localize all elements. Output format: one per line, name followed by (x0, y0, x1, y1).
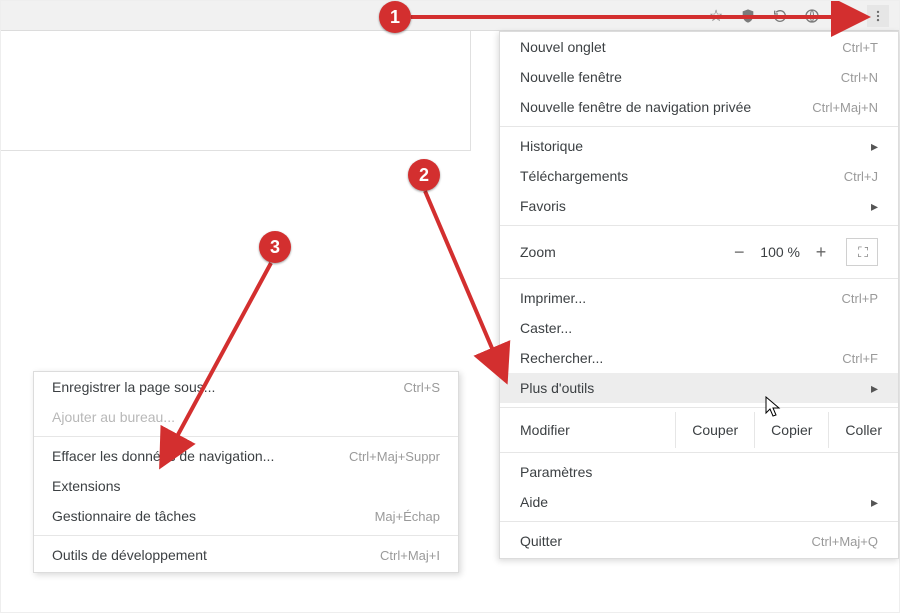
menu-item-shortcut: Ctrl+N (841, 70, 878, 85)
menu-item-label: Extensions (52, 478, 120, 494)
submenu-clear-browsing-data[interactable]: Effacer les données de navigation... Ctr… (34, 441, 458, 471)
menu-item-label: Favoris (520, 198, 566, 214)
submenu-dev-tools[interactable]: Outils de développement Ctrl+Maj+I (34, 540, 458, 570)
menu-item-shortcut: Ctrl+Maj+I (380, 548, 440, 563)
menu-item-shortcut: Maj+Échap (375, 509, 440, 524)
menu-item-shortcut: Ctrl+F (842, 351, 878, 366)
menu-separator (34, 436, 458, 437)
chevron-right-icon: ▸ (871, 380, 878, 397)
menu-item-label: Nouvelle fenêtre de navigation privée (520, 99, 751, 115)
zoom-value: 100 % (760, 244, 800, 260)
mouse-cursor-icon (765, 396, 781, 418)
menu-item-label: Historique (520, 138, 583, 154)
submenu-save-page-as[interactable]: Enregistrer la page sous... Ctrl+S (34, 372, 458, 402)
menu-item-shortcut: Ctrl+Maj+Suppr (349, 449, 440, 464)
menu-separator (500, 278, 898, 279)
zoom-label: Zoom (520, 244, 556, 260)
menu-settings[interactable]: Paramètres (500, 457, 898, 487)
menu-new-tab[interactable]: Nouvel onglet Ctrl+T (500, 32, 898, 62)
key-icon[interactable] (835, 7, 853, 25)
menu-separator (500, 407, 898, 408)
chevron-right-icon: ▸ (871, 198, 878, 215)
fullscreen-icon: ⛶ (858, 244, 866, 261)
menu-edit: Modifier Couper Copier Coller (500, 412, 898, 448)
menu-separator (500, 126, 898, 127)
edit-label: Modifier (500, 412, 590, 448)
menu-history[interactable]: Historique ▸ (500, 131, 898, 161)
menu-new-incognito[interactable]: Nouvelle fenêtre de navigation privée Ct… (500, 92, 898, 122)
menu-item-label: Nouvelle fenêtre (520, 69, 622, 85)
zoom-out-button[interactable]: − (726, 239, 752, 265)
menu-item-label: Plus d'outils (520, 380, 594, 396)
paste-button[interactable]: Coller (828, 412, 898, 448)
more-options-button[interactable] (867, 5, 889, 27)
chevron-right-icon: ▸ (871, 138, 878, 155)
menu-quit[interactable]: Quitter Ctrl+Maj+Q (500, 526, 898, 556)
menu-separator (500, 521, 898, 522)
menu-item-shortcut: Ctrl+Maj+Q (812, 534, 878, 549)
menu-item-label: Téléchargements (520, 168, 628, 184)
menu-item-label: Quitter (520, 533, 562, 549)
menu-item-label: Rechercher... (520, 350, 603, 366)
menu-new-window[interactable]: Nouvelle fenêtre Ctrl+N (500, 62, 898, 92)
menu-help[interactable]: Aide ▸ (500, 487, 898, 517)
menu-find[interactable]: Rechercher... Ctrl+F (500, 343, 898, 373)
submenu-extensions[interactable]: Extensions (34, 471, 458, 501)
menu-separator (500, 225, 898, 226)
menu-item-label: Outils de développement (52, 547, 207, 563)
menu-item-shortcut: Ctrl+J (844, 169, 878, 184)
menu-item-label: Paramètres (520, 464, 592, 480)
browser-toolbar: ☆ (1, 1, 899, 31)
menu-item-label: Aide (520, 494, 548, 510)
more-tools-submenu: Enregistrer la page sous... Ctrl+S Ajout… (33, 371, 459, 573)
chevron-right-icon: ▸ (871, 494, 878, 511)
globe-icon[interactable] (803, 7, 821, 25)
menu-separator (500, 452, 898, 453)
menu-item-label: Gestionnaire de tâches (52, 508, 196, 524)
fullscreen-button[interactable]: ⛶ (846, 238, 878, 266)
menu-item-shortcut: Ctrl+S (404, 380, 440, 395)
menu-item-label: Caster... (520, 320, 572, 336)
annotation-badge-1: 1 (379, 1, 411, 33)
cut-button[interactable]: Couper (675, 412, 754, 448)
menu-item-label: Imprimer... (520, 290, 586, 306)
submenu-task-manager[interactable]: Gestionnaire de tâches Maj+Échap (34, 501, 458, 531)
refresh-icon[interactable] (771, 7, 789, 25)
menu-item-shortcut: Ctrl+Maj+N (812, 100, 878, 115)
annotation-badge-2: 2 (408, 159, 440, 191)
menu-print[interactable]: Imprimer... Ctrl+P (500, 283, 898, 313)
menu-downloads[interactable]: Téléchargements Ctrl+J (500, 161, 898, 191)
annotation-badge-3: 3 (259, 231, 291, 263)
menu-more-tools[interactable]: Plus d'outils ▸ (500, 373, 898, 403)
menu-item-label: Enregistrer la page sous... (52, 379, 215, 395)
menu-item-shortcut: Ctrl+P (842, 291, 878, 306)
menu-item-label: Effacer les données de navigation... (52, 448, 274, 464)
menu-item-shortcut: Ctrl+T (842, 40, 878, 55)
star-icon[interactable]: ☆ (707, 7, 725, 25)
menu-item-label: Ajouter au bureau... (52, 409, 175, 425)
menu-bookmarks[interactable]: Favoris ▸ (500, 191, 898, 221)
menu-zoom: Zoom − 100 % + ⛶ (500, 230, 898, 274)
shield-icon[interactable] (739, 7, 757, 25)
main-menu: Nouvel onglet Ctrl+T Nouvelle fenêtre Ct… (499, 31, 899, 559)
menu-separator (34, 535, 458, 536)
menu-cast[interactable]: Caster... (500, 313, 898, 343)
submenu-add-to-desktop: Ajouter au bureau... (34, 402, 458, 432)
page-content (1, 31, 471, 151)
menu-item-label: Nouvel onglet (520, 39, 606, 55)
zoom-in-button[interactable]: + (808, 239, 834, 265)
